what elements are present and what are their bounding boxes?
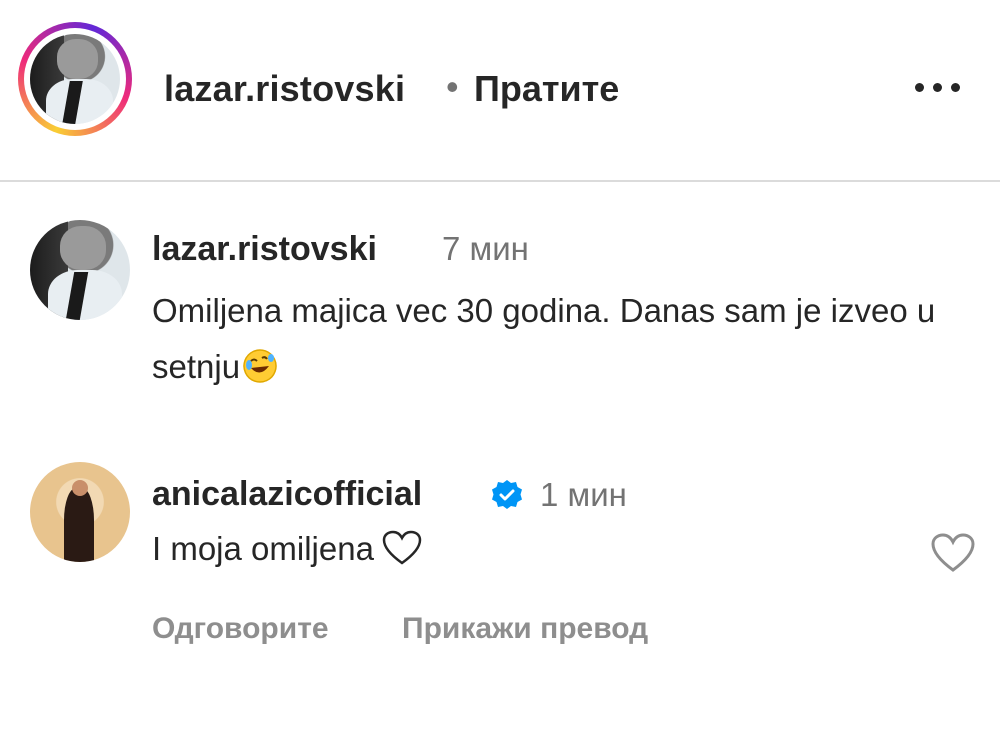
comment-text: I moja omiljena [152, 530, 422, 568]
divider [0, 180, 1000, 182]
caption-timestamp[interactable]: 7 мин [442, 230, 529, 268]
comment-avatar[interactable] [30, 462, 130, 562]
caption-text: Omiljena majica vec 30 godina. Danas sam… [152, 283, 992, 395]
caption-avatar[interactable] [30, 220, 130, 320]
more-horizontal-icon [915, 82, 924, 92]
story-ring[interactable] [18, 22, 132, 136]
verified-badge-icon [492, 480, 522, 509]
follow-button[interactable]: Пратите [474, 68, 619, 110]
avatar[interactable] [30, 34, 120, 124]
comment-username[interactable]: anicalazicofficial [152, 475, 422, 514]
reply-button[interactable]: Одговорите [152, 612, 329, 646]
more-options-button[interactable] [915, 72, 971, 102]
caption-username[interactable]: lazar.ristovski [152, 230, 377, 269]
show-translation-button[interactable]: Прикажи превод [402, 612, 648, 646]
header-username[interactable]: lazar.ristovski [164, 68, 405, 110]
like-heart-icon[interactable] [930, 532, 976, 574]
heart-outline-icon [382, 530, 422, 565]
comment-timestamp[interactable]: 1 мин [540, 476, 627, 514]
comment-text-body: I moja omiljena [152, 530, 374, 567]
header-separator: • [446, 66, 459, 107]
laughing-emoji-icon [243, 349, 277, 383]
